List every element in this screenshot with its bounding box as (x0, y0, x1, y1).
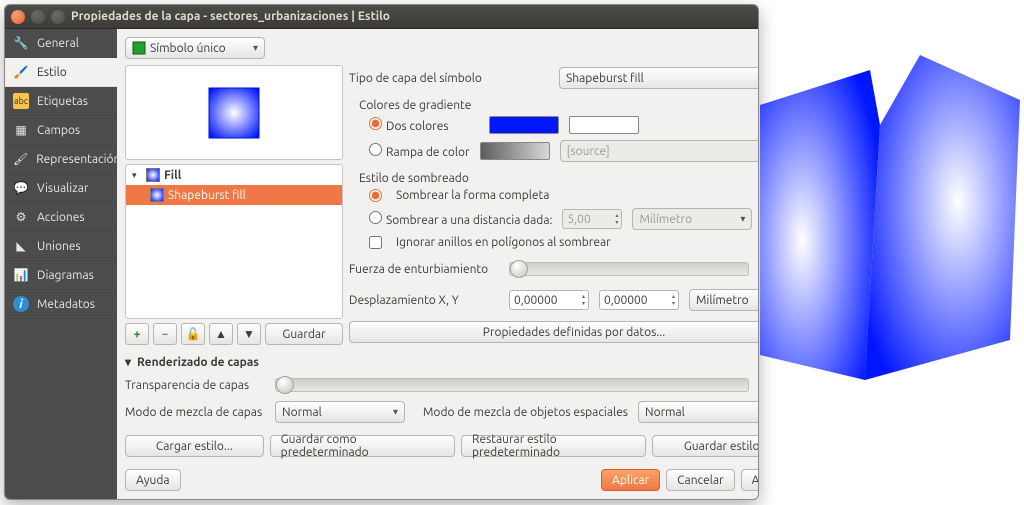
shade-distance-spin[interactable]: 5,00 (562, 209, 622, 229)
save-symbol-button[interactable]: Guardar (265, 323, 343, 345)
shapeburst-preview-icon (207, 86, 261, 140)
shade-whole-radio[interactable]: Sombrear la forma completa (369, 189, 759, 202)
blur-slider[interactable] (509, 262, 749, 276)
shade-distance-radio[interactable]: Sombrear a una distancia dada: (369, 211, 552, 227)
sidebar: 🔧General 🖌️Estilo abcEtiquetas ▦Campos 🖌… (5, 29, 117, 499)
info-icon: i (13, 296, 29, 312)
sidebar-item-general[interactable]: 🔧General (5, 29, 117, 58)
gear-icon: ⚙ (13, 209, 29, 225)
color-ramp-swatch[interactable] (480, 142, 550, 160)
symbol-layer-tree[interactable]: ▾ Fill Shapeburst fill (125, 164, 343, 319)
titlebar: Propiedades de la capa - sectores_urbani… (5, 5, 758, 29)
apply-button[interactable]: Aplicar (601, 469, 660, 491)
transparency-slider[interactable] (275, 378, 749, 392)
layer-blend-label: Modo de mezcla de capas (125, 406, 265, 419)
lock-icon: 🔓 (186, 327, 201, 341)
add-layer-button[interactable]: + (125, 323, 149, 345)
sidebar-item-diagrams[interactable]: 📊Diagramas (5, 261, 117, 290)
caret-down-icon: ▾ (125, 355, 131, 369)
map-canvas-preview (760, 45, 1020, 405)
maximize-icon[interactable] (51, 10, 65, 24)
layer-rendering-header[interactable]: ▾ Renderizado de capas (125, 355, 759, 369)
color1-swatch[interactable] (489, 116, 559, 134)
chevron-down-icon: ▼ (243, 327, 255, 341)
sidebar-item-fields[interactable]: ▦Campos (5, 116, 117, 145)
fill-swatch-icon (146, 168, 160, 182)
speech-icon: 💬 (13, 180, 29, 196)
sidebar-item-style[interactable]: 🖌️Estilo (5, 58, 117, 87)
help-button[interactable]: Ayuda (125, 469, 181, 491)
table-icon: ▦ (13, 122, 29, 138)
sidebar-item-actions[interactable]: ⚙Acciones (5, 203, 117, 232)
load-style-button[interactable]: Cargar estilo... (125, 435, 264, 457)
symbol-layer-type-combo[interactable]: Shapeburst fill (559, 67, 759, 89)
symbol-preview (125, 65, 343, 160)
move-down-button[interactable]: ▼ (237, 323, 261, 345)
tree-row-shapeburst[interactable]: Shapeburst fill (126, 185, 342, 205)
color-ramp-radio[interactable]: Rampa de color (369, 143, 470, 159)
cancel-button[interactable]: Cancelar (666, 469, 734, 491)
offset-unit-combo[interactable]: Milímetro (689, 289, 759, 311)
move-up-button[interactable]: ▲ (209, 323, 233, 345)
slider-knob-icon (276, 376, 294, 394)
sidebar-item-labels[interactable]: abcEtiquetas (5, 87, 117, 116)
blur-label: Fuerza de enturbiamiento (349, 263, 499, 276)
symbol-layer-type-label: Tipo de capa del símbolo (349, 72, 549, 85)
data-defined-button[interactable]: Propiedades definidas por datos... (349, 321, 759, 343)
save-default-button[interactable]: Guardar como predeterminado (270, 435, 455, 457)
chart-icon: 📊 (13, 267, 29, 283)
ignore-rings-check[interactable]: Ignorar anillos en polígonos al sombrear (369, 236, 759, 249)
sidebar-item-metadata[interactable]: iMetadatos (5, 290, 117, 319)
layer-blend-combo[interactable]: Normal (275, 401, 405, 423)
shade-style-label: Estilo de sombreado (359, 172, 759, 185)
layer-properties-dialog: Propiedades de la capa - sectores_urbani… (4, 4, 759, 500)
save-style-button[interactable]: Guardar estilo▾ (652, 435, 759, 457)
brush-icon: 🖌️ (13, 64, 29, 80)
offset-label: Desplazamiento X, Y (349, 294, 499, 307)
gradient-colors-label: Colores de gradiente (359, 99, 759, 112)
color-ramp-combo[interactable]: [source] (560, 140, 759, 162)
minimize-icon[interactable] (31, 10, 45, 24)
offset-x-spin[interactable]: 0,00000 (509, 290, 589, 310)
window-title: Propiedades de la capa - sectores_urbani… (71, 10, 390, 23)
slider-knob-icon (510, 260, 528, 278)
ok-button[interactable]: Aceptar (741, 469, 759, 491)
remove-layer-button[interactable]: − (153, 323, 177, 345)
sidebar-item-rendering[interactable]: 🖌Representación (5, 145, 117, 174)
wrench-icon: 🔧 (13, 35, 29, 51)
two-colors-radio[interactable]: Dos colores (369, 117, 449, 133)
feature-blend-label: Modo de mezcla de objetos espaciales (423, 406, 628, 419)
offset-y-spin[interactable]: 0,00000 (599, 290, 679, 310)
restore-default-button[interactable]: Restaurar estilo predeterminado (461, 435, 646, 457)
shade-distance-unit-combo[interactable]: Milímetro (632, 208, 752, 230)
tree-row-fill[interactable]: ▾ Fill (126, 165, 342, 185)
feature-blend-combo[interactable]: Normal (638, 401, 759, 423)
shapeburst-swatch-icon (150, 188, 164, 202)
single-symbol-icon (132, 41, 146, 55)
sidebar-item-display[interactable]: 💬Visualizar (5, 174, 117, 203)
chevron-up-icon: ▲ (215, 327, 227, 341)
layer-transparency-label: Transparencia de capas (125, 379, 265, 392)
join-icon: ◣ (13, 238, 29, 254)
color2-swatch[interactable] (569, 116, 639, 134)
paint-icon: 🖌 (13, 151, 28, 167)
close-icon[interactable] (11, 10, 25, 24)
sidebar-item-joins[interactable]: ◣Uniones (5, 232, 117, 261)
label-icon: abc (13, 93, 29, 109)
lock-button[interactable]: 🔓 (181, 323, 205, 345)
caret-down-icon: ▾ (132, 170, 142, 181)
symbol-renderer-combo[interactable]: Símbolo único (125, 37, 265, 59)
